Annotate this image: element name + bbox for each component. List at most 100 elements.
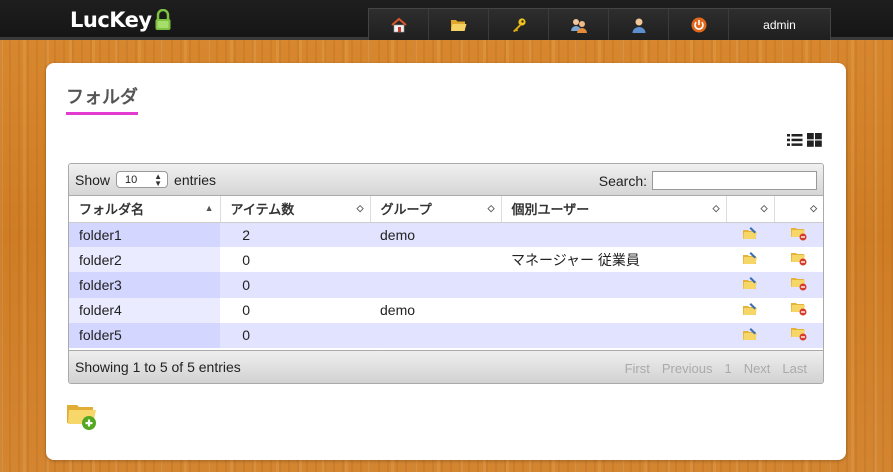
item-count-cell: 2 <box>220 222 370 248</box>
content-card: フォルダ Show 10 ▲ ▼ entries Search: フォルダ名 ▲… <box>46 63 846 460</box>
table-row: folder4 0 demo <box>69 297 823 323</box>
users-cell: マネージャー 従業員 <box>501 247 726 273</box>
item-count-cell: 0 <box>220 297 370 323</box>
edit-icon <box>743 227 757 240</box>
pagination: First Previous 1 Next Last <box>619 361 813 376</box>
sort-both-icon: ◇ <box>760 203 768 213</box>
delete-cell[interactable] <box>774 322 823 348</box>
table-row: folder1 2 demo <box>69 222 823 248</box>
show-label: Show <box>75 171 111 188</box>
delete-cell[interactable] <box>774 222 823 248</box>
users-cell <box>501 322 726 348</box>
group-cell <box>370 247 501 273</box>
search-control: Search: <box>599 171 817 190</box>
data-table: フォルダ名 ▲ アイテム数 ◇ グループ ◇ 個別ユーザー ◇ ◇ ◇ fold… <box>69 196 823 348</box>
folder-add-icon <box>67 405 96 430</box>
users-icon <box>570 18 587 33</box>
power-icon <box>691 17 706 32</box>
edit-icon <box>743 252 757 265</box>
edit-cell[interactable] <box>726 222 774 248</box>
entries-select-value: 10 <box>125 173 138 186</box>
add-folder-button[interactable] <box>66 401 98 433</box>
sort-both-icon: ◇ <box>810 203 817 213</box>
nav-users[interactable] <box>609 9 669 40</box>
edit-icon <box>743 327 757 340</box>
folder-delete-icon <box>790 328 806 341</box>
edit-icon <box>743 302 757 315</box>
sort-asc-icon: ▲ <box>204 203 214 213</box>
edit-cell[interactable] <box>726 272 774 298</box>
table-row: folder5 0 <box>69 322 823 348</box>
nav-logout[interactable] <box>669 9 729 40</box>
home-icon <box>390 17 407 32</box>
group-cell: demo <box>370 222 501 248</box>
users-cell <box>501 272 726 298</box>
column-edit[interactable]: ◇ <box>726 196 775 223</box>
nav-user-admin[interactable]: admin <box>729 9 830 40</box>
table-row: folder3 0 <box>69 272 823 298</box>
column-group[interactable]: グループ ◇ <box>370 196 502 223</box>
folder-name-cell[interactable]: folder5 <box>69 322 220 348</box>
group-cell <box>370 272 501 298</box>
page-title: フォルダ <box>66 83 138 115</box>
nav-home[interactable] <box>369 9 429 40</box>
item-count-cell: 0 <box>220 322 370 348</box>
user-icon <box>632 18 645 33</box>
edit-cell[interactable] <box>726 322 774 348</box>
sort-both-icon: ◇ <box>487 203 495 213</box>
folder-name-cell[interactable]: folder1 <box>69 222 220 248</box>
search-input[interactable] <box>652 171 817 190</box>
lock-icon <box>154 8 172 31</box>
folder-name-cell[interactable]: folder3 <box>69 272 220 298</box>
last-page-button[interactable]: Last <box>776 361 813 376</box>
main-nav: admin <box>368 8 831 40</box>
folder-name-cell[interactable]: folder4 <box>69 297 220 323</box>
nav-groups[interactable] <box>549 9 609 40</box>
key-icon <box>512 17 526 32</box>
page-1-button[interactable]: 1 <box>718 361 737 376</box>
item-count-cell: 0 <box>220 272 370 298</box>
folder-delete-icon <box>790 252 806 266</box>
previous-page-button[interactable]: Previous <box>656 361 719 376</box>
group-cell: demo <box>370 297 501 323</box>
entries-label: entries <box>174 171 217 188</box>
sort-both-icon: ◇ <box>356 203 364 213</box>
item-count-cell: 0 <box>220 247 370 273</box>
delete-cell[interactable] <box>774 247 823 273</box>
folder-open-icon <box>451 19 467 31</box>
table-footer: Showing 1 to 5 of 5 entries First Previo… <box>69 350 823 383</box>
delete-cell[interactable] <box>774 297 823 323</box>
app-logo[interactable]: LucKey <box>70 7 172 33</box>
top-bar: LucKey admin <box>0 0 893 40</box>
edit-cell[interactable] <box>726 297 774 323</box>
grid-view-icon[interactable] <box>807 133 822 147</box>
folder-name-cell[interactable]: folder2 <box>69 247 220 273</box>
table-row: folder2 0 マネージャー 従業員 <box>69 247 823 273</box>
nav-folders[interactable] <box>429 9 489 40</box>
entries-select[interactable]: 10 ▲ ▼ <box>116 171 169 188</box>
folder-delete-icon <box>790 227 806 241</box>
folder-delete-icon <box>790 277 806 291</box>
group-cell <box>370 322 501 348</box>
edit-icon <box>743 277 757 290</box>
list-view-icon[interactable] <box>787 133 803 147</box>
delete-cell[interactable] <box>774 272 823 298</box>
users-cell <box>501 222 726 248</box>
sort-both-icon: ◇ <box>712 203 720 213</box>
select-arrows-icon: ▲ ▼ <box>154 172 163 188</box>
header-row: フォルダ名 ▲ アイテム数 ◇ グループ ◇ 個別ユーザー ◇ ◇ ◇ <box>69 196 823 223</box>
logo-text: LucKey <box>70 8 152 32</box>
column-item-count[interactable]: アイテム数 ◇ <box>220 196 371 223</box>
first-page-button[interactable]: First <box>619 361 656 376</box>
length-control: Show 10 ▲ ▼ entries <box>75 171 216 188</box>
users-cell <box>501 297 726 323</box>
nav-keys[interactable] <box>489 9 549 40</box>
folders-table: Show 10 ▲ ▼ entries Search: フォルダ名 ▲ アイテム… <box>68 163 824 384</box>
column-delete[interactable]: ◇ <box>774 196 823 223</box>
column-individual-users[interactable]: 個別ユーザー ◇ <box>501 196 727 223</box>
edit-cell[interactable] <box>726 247 774 273</box>
folder-delete-icon <box>790 303 806 316</box>
next-page-button[interactable]: Next <box>738 361 777 376</box>
column-folder-name[interactable]: フォルダ名 ▲ <box>69 196 221 223</box>
table-info: Showing 1 to 5 of 5 entries <box>75 359 241 375</box>
